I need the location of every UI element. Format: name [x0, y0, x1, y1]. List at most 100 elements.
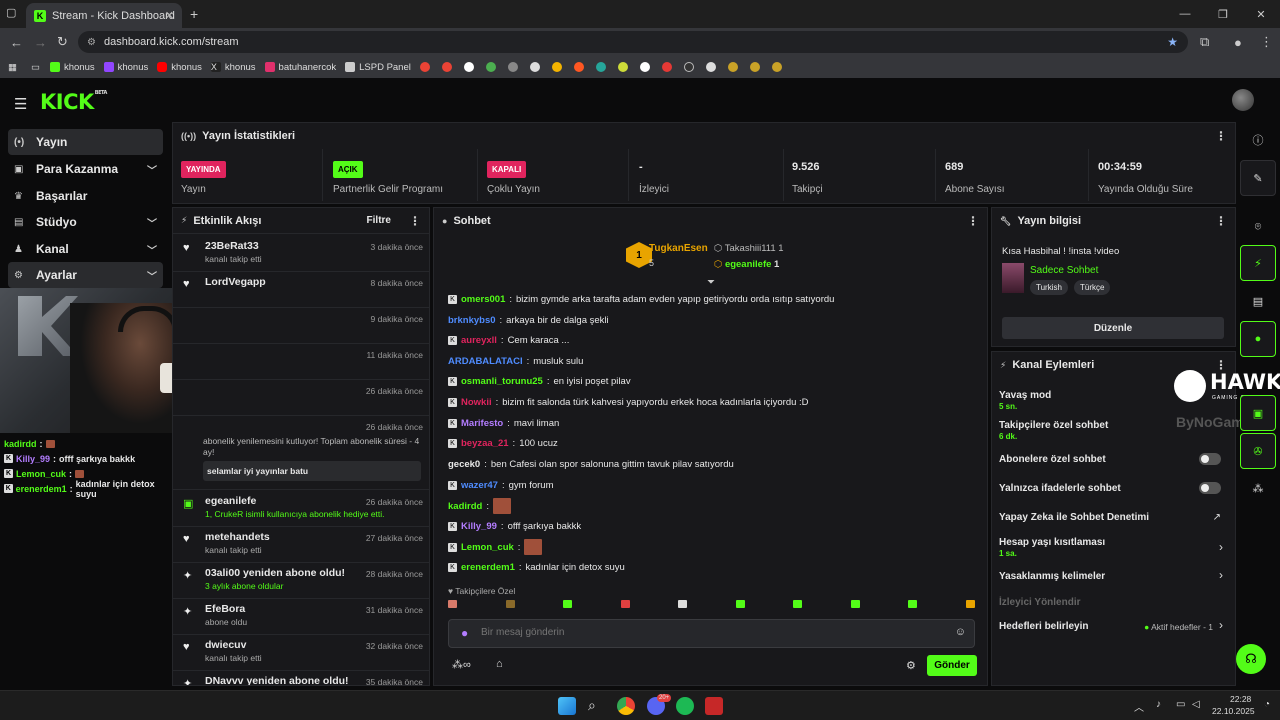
wifi-icon[interactable]: ▭	[1176, 699, 1185, 710]
chat-settings-icon[interactable]: ⚙	[906, 659, 916, 672]
sidebar-item-kanal[interactable]: ♟ Kanal ﹀	[8, 236, 163, 262]
bookmark-icon-e[interactable]	[551, 62, 562, 72]
restore-icon[interactable]: ❐	[1204, 0, 1242, 28]
capture-icon[interactable]: ⌾	[1240, 209, 1276, 245]
emote-icon[interactable]	[620, 600, 630, 608]
bookmark-0[interactable]: khonus	[49, 62, 95, 73]
more-options-icon[interactable]: ⋮	[967, 214, 979, 228]
microphone-icon[interactable]: ●	[461, 626, 468, 640]
chevron-right-icon[interactable]: ›	[1219, 618, 1223, 632]
close-window-icon[interactable]: ✕	[1242, 0, 1280, 28]
edit-button[interactable]: Düzenle	[1002, 317, 1224, 339]
emote-icon[interactable]	[563, 600, 573, 608]
bookmark-icon-j[interactable]	[661, 62, 672, 72]
bookmark-2[interactable]: khonus	[157, 62, 202, 73]
wrench-rail-icon[interactable]: ✇	[1240, 433, 1276, 469]
new-tab-icon[interactable]: +	[190, 6, 198, 22]
bookmark-icon-f[interactable]	[573, 62, 584, 72]
chat-rail-icon[interactable]: ●	[1240, 321, 1276, 357]
support-headset-icon[interactable]: ☊	[1236, 644, 1266, 674]
folder-icon[interactable]: ▭	[31, 62, 40, 73]
browser-tab[interactable]: K Stream - Kick Dashboard ✕	[26, 3, 182, 28]
emote-icon[interactable]	[735, 600, 745, 608]
kick-points-icon[interactable]: ⁂∞	[452, 658, 471, 671]
tab-search-icon[interactable]: ▢	[6, 6, 16, 19]
broadcast-rail-icon[interactable]: ▣	[1240, 395, 1276, 431]
emote-icon[interactable]	[908, 600, 918, 608]
banned-words-setting[interactable]: Yasaklanmış kelimeler	[999, 571, 1105, 582]
chat-input[interactable]	[481, 627, 921, 638]
bookmark-3[interactable]: Xkhonus	[210, 62, 256, 73]
emoji-icon[interactable]: ☺	[955, 626, 966, 638]
bookmark-icon-d[interactable]	[529, 62, 540, 72]
bookmark-icon-i[interactable]	[639, 62, 650, 72]
more-options-icon[interactable]: ⋮	[409, 214, 421, 228]
emotes-only-toggle[interactable]	[1199, 482, 1221, 494]
extensions-icon[interactable]: ⧉	[1200, 28, 1209, 56]
tray-chevron-icon[interactable]: ︿	[1134, 699, 1144, 714]
search-icon[interactable]: ⌕	[588, 697, 606, 715]
volume-icon[interactable]: ◁	[1192, 699, 1200, 710]
bookmark-icon-n[interactable]	[749, 62, 760, 72]
goals-setting[interactable]: Hedefleri belirleyin	[999, 621, 1088, 632]
sidebar-item-yayin[interactable]: (•) Yayın	[8, 129, 163, 155]
emote-icon[interactable]	[505, 600, 515, 608]
emote-icon[interactable]	[850, 600, 860, 608]
send-button[interactable]: Gönder	[927, 655, 977, 676]
chrome-icon[interactable]	[617, 697, 635, 715]
back-icon[interactable]: ←	[10, 28, 23, 56]
bookmark-icon-g[interactable]	[595, 62, 606, 72]
bookmark-icon-o[interactable]	[771, 62, 782, 72]
spotify-icon[interactable]	[676, 697, 694, 715]
store-icon[interactable]: ⌂	[496, 658, 503, 670]
chat-input-box[interactable]: ● ☺	[448, 619, 975, 648]
community-icon[interactable]: ⁂	[1240, 470, 1276, 506]
bookmark-icon-b[interactable]	[485, 62, 496, 72]
lightning-rail-icon[interactable]: ⚡	[1240, 245, 1276, 281]
hamburger-menu-icon[interactable]: ☰	[14, 95, 27, 113]
more-options-icon[interactable]: ⋮	[1215, 129, 1227, 143]
bookmark-4[interactable]: batuhanercok	[264, 62, 336, 73]
bookmark-icon-a[interactable]	[463, 62, 474, 72]
bookmark-5[interactable]: LSPD Panel	[345, 62, 411, 73]
emote-icon[interactable]	[965, 600, 975, 608]
bookmark-icon-k[interactable]	[683, 62, 694, 72]
pencil-icon[interactable]: ✎	[1240, 160, 1276, 196]
notification-icon[interactable]: ◔	[1264, 699, 1270, 710]
gmail-icon[interactable]	[419, 62, 430, 72]
app-icon[interactable]	[705, 697, 723, 715]
reload-icon[interactable]: ↻	[57, 28, 68, 56]
bookmark-icon-l[interactable]	[705, 62, 716, 72]
kick-logo[interactable]: KICKBETA	[40, 90, 107, 114]
url-field[interactable]: ⚙ dashboard.kick.com/stream ★	[78, 31, 1188, 53]
emote-icon[interactable]	[448, 600, 457, 608]
emote-icon[interactable]	[793, 600, 803, 608]
profile-icon[interactable]: ●	[1234, 28, 1242, 56]
chevron-right-icon[interactable]: ›	[1219, 540, 1223, 554]
site-info-icon[interactable]: ⚙	[87, 37, 96, 48]
sidebar-item-para-kazanma[interactable]: ▣ Para Kazanma ﹀	[8, 156, 163, 182]
bookmark-icon-c[interactable]	[507, 62, 518, 72]
sidebar-item-basarilar[interactable]: ♛ Başarılar	[8, 183, 163, 209]
close-tab-icon[interactable]: ✕	[165, 9, 174, 22]
external-link-icon[interactable]: ↗	[1213, 512, 1221, 523]
mic-tray-icon[interactable]: ♪	[1156, 699, 1161, 710]
category-name[interactable]: Sadece Sohbet	[1030, 265, 1098, 276]
user-avatar[interactable]	[1232, 89, 1254, 111]
sidebar-item-studyo[interactable]: ▤ Stüdyo ﹀	[8, 209, 163, 235]
gmail-icon-2[interactable]	[441, 62, 452, 72]
subscribers-only-toggle[interactable]	[1199, 453, 1221, 465]
sidebar-item-ayarlar[interactable]: ⚙ Ayarlar ﹀	[8, 262, 163, 288]
collapse-icon[interactable]: ⏷	[707, 277, 715, 288]
chevron-right-icon[interactable]: ›	[1219, 568, 1223, 582]
filter-button[interactable]: Filtre	[367, 215, 391, 226]
notes-icon[interactable]: ▤	[1240, 283, 1276, 319]
bookmark-icon-m[interactable]	[727, 62, 738, 72]
ai-moderation-setting[interactable]: Yapay Zeka ile Sohbet Denetimi	[999, 512, 1149, 523]
minimize-icon[interactable]: —	[1166, 0, 1204, 28]
info-icon[interactable]: ⓘ	[1240, 122, 1276, 158]
slow-mode-setting[interactable]: Yavaş mod 5 sn.	[999, 390, 1051, 411]
bookmark-star-icon[interactable]: ★	[1167, 35, 1178, 49]
forward-icon[interactable]: →	[34, 28, 47, 56]
account-age-setting[interactable]: Hesap yaşı kısıtlaması 1 sa.	[999, 537, 1105, 558]
